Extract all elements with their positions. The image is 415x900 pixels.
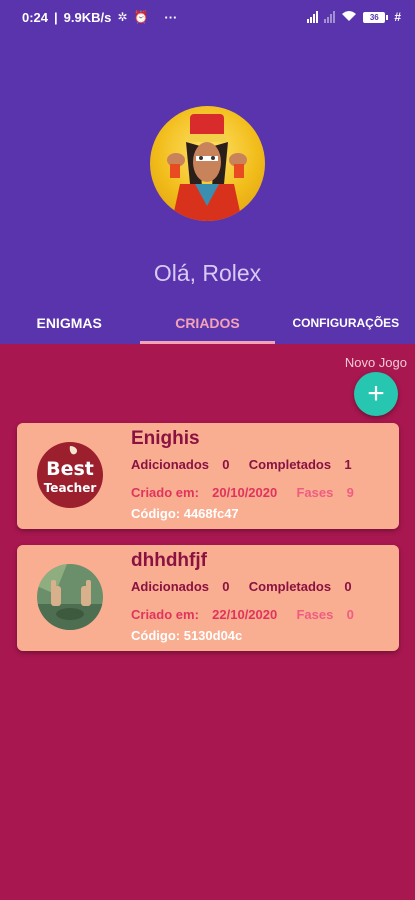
created-row: Criado em: 22/10/2020 Fases 0 bbox=[131, 607, 354, 622]
created-row: Criado em: 20/10/2020 Fases 9 bbox=[131, 485, 354, 500]
gear-icon: ✲ bbox=[117, 10, 128, 24]
more-notifications-icon: ··· bbox=[164, 9, 178, 25]
completed-value: 1 bbox=[344, 457, 352, 472]
tab-bar: ENIGMAS CRIADOS CONFIGURAÇÕES bbox=[0, 302, 415, 344]
battery-level: 36 bbox=[363, 11, 386, 23]
avatar[interactable] bbox=[150, 106, 265, 221]
thumbs-up-image bbox=[37, 564, 103, 630]
added-label: Adicionados bbox=[131, 579, 210, 594]
status-speed: 9.9KB/s bbox=[63, 9, 112, 25]
stats-row: Adicionados 0 Completados 1 bbox=[131, 457, 352, 472]
added-label: Adicionados bbox=[131, 457, 210, 472]
status-right: 36 # bbox=[307, 10, 401, 24]
created-label: Criado em: bbox=[131, 485, 199, 500]
code-label: Código: bbox=[131, 628, 181, 643]
game-thumbnail bbox=[37, 564, 103, 630]
add-game-button[interactable]: + bbox=[354, 372, 398, 416]
code-label: Código: bbox=[131, 506, 181, 521]
code-row: Código: 5130d04c bbox=[131, 628, 242, 643]
phases-label: Fases bbox=[296, 485, 334, 500]
hash-icon: # bbox=[394, 10, 401, 24]
profile-header: Olá, Rolex bbox=[0, 34, 415, 344]
completed-label: Completados bbox=[248, 457, 332, 472]
status-time: 0:24 bbox=[22, 9, 49, 25]
thumb-best-text: Best bbox=[46, 458, 94, 480]
status-divider: | bbox=[54, 9, 58, 25]
added-value: 0 bbox=[222, 579, 230, 594]
thumb-teacher-text: Teacher bbox=[44, 481, 97, 495]
battery-icon: 36 bbox=[363, 11, 389, 23]
greeting: Olá, Rolex bbox=[153, 260, 262, 286]
signal-icon bbox=[307, 11, 319, 23]
status-left: 0:24 | 9.9KB/s ✲ ⏰ ··· bbox=[22, 10, 177, 25]
completed-value: 0 bbox=[344, 579, 352, 594]
phases-value: 0 bbox=[346, 607, 354, 622]
code-value: 4468fc47 bbox=[183, 506, 239, 521]
tab-criados[interactable]: CRIADOS bbox=[138, 302, 276, 344]
signal-2-icon bbox=[324, 11, 336, 23]
tab-enigmas[interactable]: ENIGMAS bbox=[0, 302, 138, 344]
new-game-label: Novo Jogo bbox=[344, 355, 407, 370]
game-title: dhhdhfjf bbox=[131, 550, 207, 571]
code-value: 5130d04c bbox=[183, 628, 243, 643]
phases-value: 9 bbox=[346, 485, 354, 500]
game-card[interactable]: dhhdhfjf Adicionados 0 Completados 0 Cri… bbox=[17, 545, 399, 651]
tab-configuracoes[interactable]: CONFIGURAÇÕES bbox=[277, 302, 415, 344]
created-value: 22/10/2020 bbox=[212, 607, 278, 622]
status-bar: 0:24 | 9.9KB/s ✲ ⏰ ··· 36 # bbox=[0, 0, 415, 34]
wifi-icon bbox=[341, 10, 357, 24]
created-value: 20/10/2020 bbox=[212, 485, 278, 500]
game-title: Enighis bbox=[131, 428, 200, 449]
best-teacher-image: Best Teacher bbox=[37, 442, 103, 508]
game-thumbnail: Best Teacher bbox=[37, 442, 103, 508]
created-label: Criado em: bbox=[131, 607, 199, 622]
code-row: Código: 4468fc47 bbox=[131, 506, 239, 521]
added-value: 0 bbox=[222, 457, 230, 472]
phases-label: Fases bbox=[296, 607, 334, 622]
stats-row: Adicionados 0 Completados 0 bbox=[131, 579, 352, 594]
completed-label: Completados bbox=[248, 579, 332, 594]
avatar-illustration bbox=[167, 114, 247, 221]
game-card[interactable]: Best Teacher Enighis Adicionados 0 Compl… bbox=[17, 423, 399, 529]
alarm-icon: ⏰ bbox=[133, 10, 149, 24]
